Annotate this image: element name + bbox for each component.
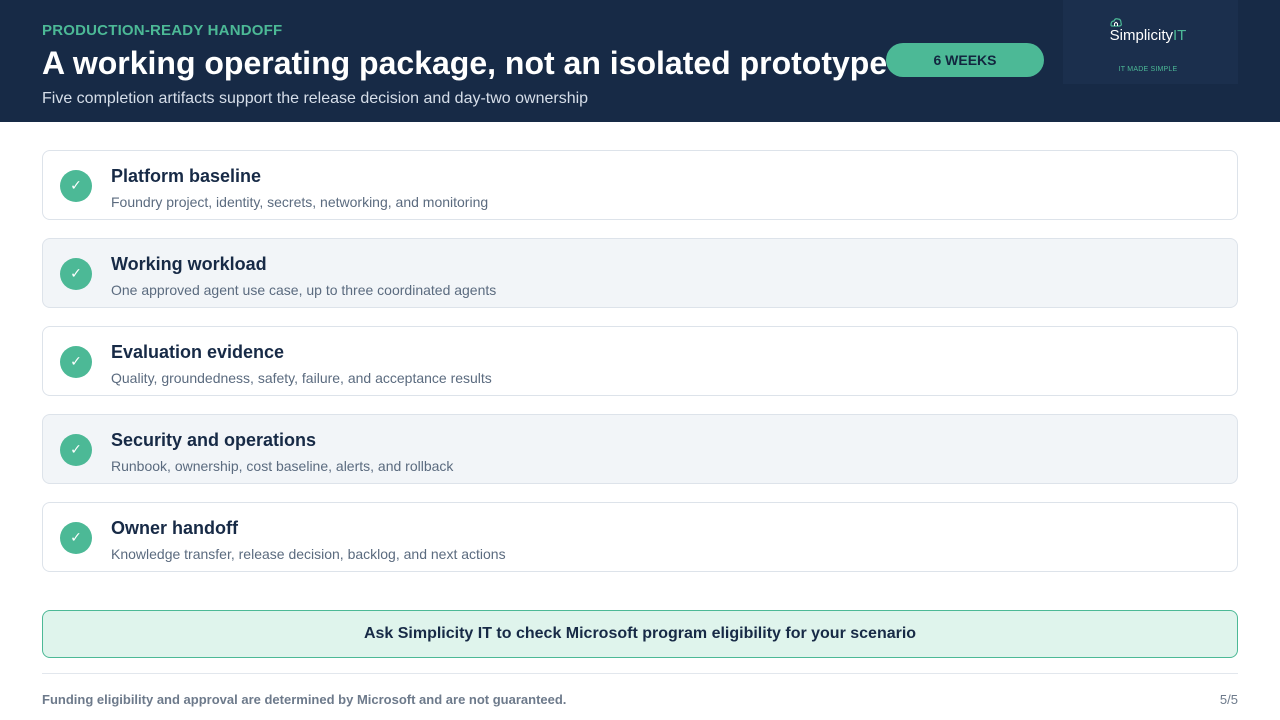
artifact-description: Quality, groundedness, safety, failure, … <box>111 370 492 386</box>
eligibility-cta-banner: Ask Simplicity IT to check Microsoft pro… <box>42 610 1238 658</box>
brand-logo: SimplicityIT IT MADE SIMPLE <box>1063 0 1238 84</box>
artifact-description: Runbook, ownership, cost baseline, alert… <box>111 458 454 474</box>
check-icon: ✓ <box>60 434 92 466</box>
artifact-description: Knowledge transfer, release decision, ba… <box>111 546 506 562</box>
check-icon: ✓ <box>60 346 92 378</box>
artifact-card-security-operations: ✓ Security and operations Runbook, owner… <box>42 414 1238 484</box>
page-subtitle: Five completion artifacts support the re… <box>42 90 589 107</box>
artifact-title: Owner handoff <box>111 518 238 538</box>
page-title: A working operating package, not an isol… <box>42 45 888 81</box>
logo-wordmark-accent: IT <box>1173 27 1187 44</box>
check-icon: ✓ <box>60 170 92 202</box>
funding-disclaimer: Funding eligibility and approval are det… <box>42 692 567 707</box>
logo-wordmark: SimplicityIT <box>1063 27 1233 44</box>
artifact-title: Platform baseline <box>111 166 262 186</box>
section-eyebrow: PRODUCTION-READY HANDOFF <box>42 22 283 39</box>
artifact-card-platform-baseline: ✓ Platform baseline Foundry project, ide… <box>42 150 1238 220</box>
artifact-card-working-workload: ✓ Working workload One approved agent us… <box>42 238 1238 308</box>
artifact-description: Foundry project, identity, secrets, netw… <box>111 194 489 210</box>
artifact-title: Security and operations <box>111 430 317 450</box>
artifact-title: Working workload <box>111 254 267 274</box>
page-number: 5/5 <box>1219 692 1238 707</box>
artifact-card-evaluation-evidence: ✓ Evaluation evidence Quality, groundedn… <box>42 326 1238 396</box>
artifact-card-owner-handoff: ✓ Owner handoff Knowledge transfer, rele… <box>42 502 1238 572</box>
footer-divider <box>42 673 1238 674</box>
logo-tagline: IT MADE SIMPLE <box>1118 66 1178 73</box>
artifact-description: One approved agent use case, up to three… <box>111 282 497 298</box>
artifact-title: Evaluation evidence <box>111 342 285 362</box>
check-icon: ✓ <box>60 258 92 290</box>
header-band: PRODUCTION-READY HANDOFF A working opera… <box>0 0 1280 122</box>
logo-wordmark-main: Simplicity <box>1109 27 1173 44</box>
check-icon: ✓ <box>60 522 92 554</box>
duration-badge: 6 WEEKS <box>886 43 1044 77</box>
